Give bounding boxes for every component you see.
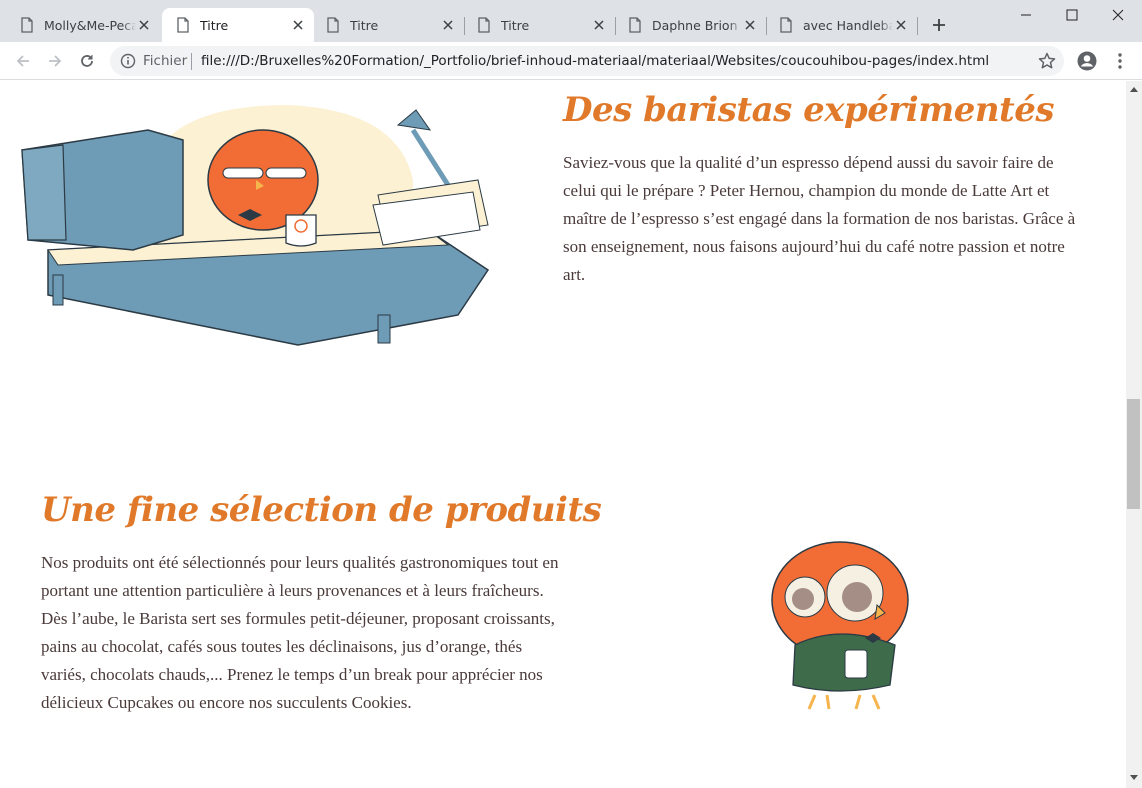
maximize-icon: [1066, 9, 1078, 21]
browser-tab[interactable]: Molly&Me-Pecan: [0, 8, 160, 42]
section-heading-produits: Une fine sélection de produits: [41, 490, 602, 530]
back-button[interactable]: [11, 49, 35, 73]
reload-icon: [81, 55, 93, 67]
close-tab-icon[interactable]: [742, 17, 758, 33]
browser-tab[interactable]: Titre: [306, 8, 464, 42]
arrow-left-icon: [16, 55, 29, 67]
browser-menu-button[interactable]: [1110, 50, 1130, 72]
scheme-label: Fichier: [143, 53, 188, 69]
section-text-produits: Nos produits ont été sélectionnés pour l…: [41, 553, 559, 712]
tab-separator: [917, 17, 918, 35]
close-tab-icon[interactable]: [290, 17, 306, 33]
scrollbar-thumb[interactable]: [1127, 399, 1140, 509]
browser-tab[interactable]: avec Handlebars: [759, 8, 917, 42]
plus-icon: [933, 19, 945, 31]
section-text-baristas: Saviez-vous que la qualité d’un espresso…: [563, 153, 1076, 284]
owl-at-desk-illustration: [21, 105, 490, 346]
close-tab-icon[interactable]: [591, 17, 607, 33]
document-icon: [327, 17, 339, 33]
address-separator: [191, 53, 192, 70]
document-icon: [629, 17, 641, 33]
url-text[interactable]: file:///D:/Bruxelles%20Formation/_Portfo…: [201, 53, 989, 69]
tab-title: Titre: [200, 17, 229, 33]
tab-title: Titre: [350, 17, 379, 33]
info-icon[interactable]: [120, 53, 136, 69]
document-icon: [177, 17, 189, 33]
minimize-button[interactable]: [1003, 0, 1049, 30]
maximize-button[interactable]: [1049, 0, 1095, 30]
scroll-down-arrow-icon: [1130, 775, 1138, 780]
owl-with-cup-illustration: [771, 541, 909, 710]
forward-button[interactable]: [43, 49, 67, 73]
tab-title: Molly&Me-Pecan: [44, 17, 136, 33]
close-icon: [1112, 9, 1124, 21]
browser-tab[interactable]: Daphne Brion - I: [608, 8, 766, 42]
close-tab-icon[interactable]: [893, 17, 909, 33]
browser-tab[interactable]: Titre: [457, 8, 615, 42]
profile-icon[interactable]: [1076, 50, 1098, 72]
bookmark-star-icon[interactable]: [1037, 51, 1057, 71]
close-tab-icon[interactable]: [440, 17, 456, 33]
address-bar[interactable]: Fichier file:///D:/Bruxelles%20Formation…: [110, 46, 1064, 76]
browser-toolbar: Fichier file:///D:/Bruxelles%20Formation…: [0, 42, 1142, 80]
scroll-up-arrow-icon: [1130, 87, 1138, 92]
arrow-right-icon: [49, 55, 62, 67]
reload-button[interactable]: [75, 49, 99, 73]
tab-title: avec Handlebars: [803, 17, 893, 33]
document-icon: [780, 17, 792, 33]
tab-title: Daphne Brion - I: [652, 17, 742, 33]
tab-strip: Molly&Me-Pecan Titre Titre Titre Daphne …: [0, 0, 1142, 42]
scroll-up-button[interactable]: [1126, 82, 1142, 96]
close-window-button[interactable]: [1095, 0, 1141, 30]
document-icon: [478, 17, 490, 33]
minimize-icon: [1021, 14, 1031, 16]
scroll-down-button[interactable]: [1126, 771, 1142, 785]
browser-tab-active[interactable]: Titre: [162, 8, 314, 42]
new-tab-button[interactable]: [928, 14, 950, 36]
kebab-menu-icon: [1118, 53, 1122, 69]
tab-title: Titre: [501, 17, 530, 33]
document-icon: [21, 17, 33, 33]
section-heading-baristas: Des baristas expérimentés: [563, 90, 1055, 130]
close-tab-icon[interactable]: [136, 17, 152, 33]
